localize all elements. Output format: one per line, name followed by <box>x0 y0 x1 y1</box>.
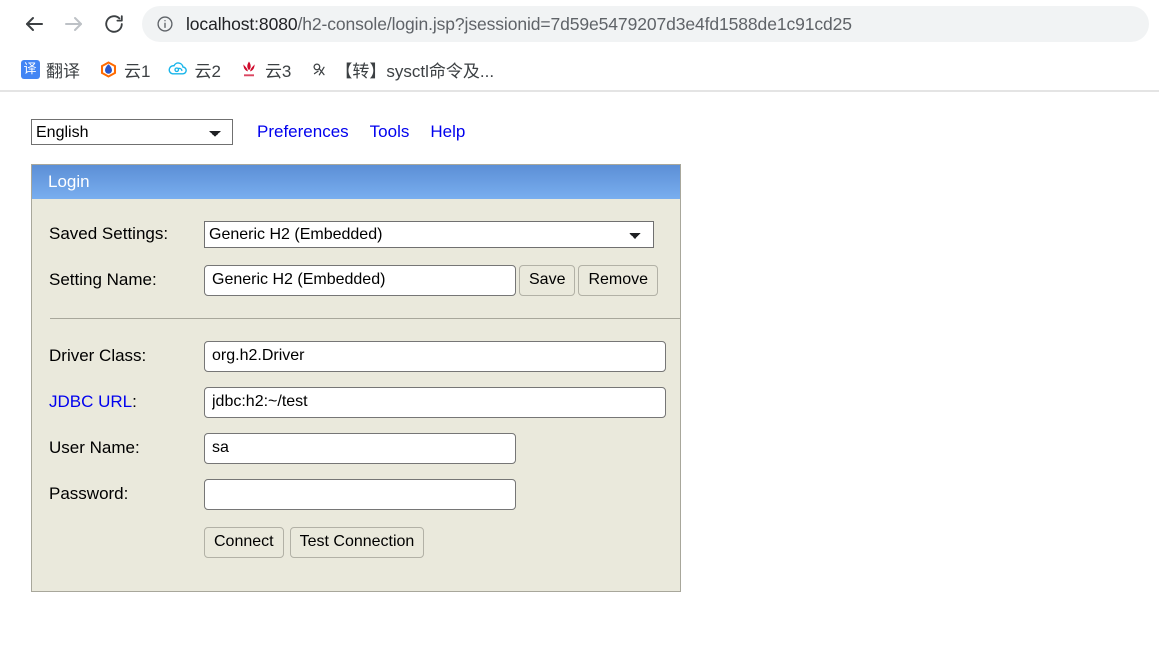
login-actions: Connect Test Connection <box>32 517 680 567</box>
save-button[interactable]: Save <box>519 264 576 296</box>
bookmark-yun3[interactable]: 云3 <box>231 53 299 85</box>
saved-settings-select[interactable]: Generic H2 (Embedded) <box>204 220 654 248</box>
shield-hex-icon <box>98 59 118 79</box>
connect-button[interactable]: Connect <box>204 526 284 558</box>
url-path: /h2-console/login.jsp?jsessionid=7d59e54… <box>297 13 852 34</box>
user-name-label: User Name: <box>49 438 140 457</box>
driver-class-row: Driver Class: <box>32 333 680 379</box>
login-form: Saved Settings: Generic H2 (Embedded) Se… <box>32 199 680 591</box>
help-link[interactable]: Help <box>430 122 465 142</box>
tools-link[interactable]: Tools <box>370 122 410 142</box>
address-bar[interactable]: localhost:8080/h2-console/login.jsp?jses… <box>142 6 1149 42</box>
generic-page-icon <box>309 59 329 79</box>
huawei-flower-icon <box>239 59 259 79</box>
setting-name-row: Setting Name: Save Remove <box>32 257 680 303</box>
jdbc-url-help-link[interactable]: JDBC URL <box>49 392 132 411</box>
driver-class-label: Driver Class: <box>49 346 147 365</box>
driver-class-field <box>204 340 666 372</box>
remove-button[interactable]: Remove <box>578 264 659 296</box>
translate-icon: 译 <box>20 59 40 79</box>
password-input[interactable] <box>204 478 516 510</box>
setting-name-label: Setting Name: <box>49 270 157 289</box>
test-connection-button[interactable]: Test Connection <box>289 526 425 558</box>
password-row: Password: <box>32 471 680 517</box>
language-select[interactable]: English <box>31 119 233 145</box>
bookmark-yun1[interactable]: 云1 <box>90 53 158 85</box>
bookmark-label: 翻译 <box>46 61 80 81</box>
setting-name-field: Save Remove <box>204 264 659 296</box>
info-circle-icon[interactable] <box>154 13 176 35</box>
login-panel: Login Saved Settings: Generic H2 (Embedd… <box>31 164 681 592</box>
setting-name-input[interactable] <box>204 264 516 296</box>
bookmark-label: 云2 <box>194 61 221 81</box>
password-label: Password: <box>49 484 129 503</box>
saved-settings-field: Generic H2 (Embedded) <box>204 220 654 248</box>
login-panel-title: Login <box>48 172 90 191</box>
preferences-link[interactable]: Preferences <box>257 122 349 142</box>
cloud-icon <box>168 59 188 79</box>
saved-settings-label: Saved Settings: <box>49 224 169 243</box>
arrow-left-icon <box>22 12 46 36</box>
forward-button[interactable] <box>54 4 94 44</box>
bookmarks-bar: 译 翻译 云1 云2 云3 【转】sysctl命令及... <box>0 48 1159 92</box>
reload-icon <box>103 13 125 35</box>
bookmark-label: 云1 <box>124 61 151 81</box>
jdbc-url-label-colon: : <box>132 392 137 411</box>
user-name-input[interactable] <box>204 432 516 464</box>
url-host: localhost:8080 <box>186 13 298 34</box>
user-name-field <box>204 432 516 464</box>
bookmark-label: 云3 <box>264 61 292 81</box>
back-button[interactable] <box>14 4 54 44</box>
login-panel-header: Login <box>32 165 680 199</box>
bookmark-sysctl-article[interactable]: 【转】sysctl命令及... <box>301 53 502 85</box>
user-name-row: User Name: <box>32 425 680 471</box>
h2-toolbar: English Preferences Tools Help <box>31 119 465 145</box>
jdbc-url-row: JDBC URL: <box>32 379 680 425</box>
browser-chrome: localhost:8080/h2-console/login.jsp?jses… <box>0 0 1159 92</box>
bookmark-translate[interactable]: 译 翻译 <box>12 53 88 85</box>
jdbc-url-label: JDBC URL: <box>49 392 204 412</box>
arrow-right-icon <box>62 12 86 36</box>
saved-settings-row: Saved Settings: Generic H2 (Embedded) <box>32 211 680 257</box>
driver-class-input[interactable] <box>204 340 666 372</box>
jdbc-url-input[interactable] <box>204 386 666 418</box>
browser-navigation-bar: localhost:8080/h2-console/login.jsp?jses… <box>0 0 1159 48</box>
reload-button[interactable] <box>94 4 134 44</box>
bookmark-label: 【转】sysctl命令及... <box>335 61 495 81</box>
bookmark-yun2[interactable]: 云2 <box>160 53 228 85</box>
form-divider <box>50 317 680 319</box>
page-content: English Preferences Tools Help Login Sav… <box>0 92 1159 593</box>
address-bar-url: localhost:8080/h2-console/login.jsp?jses… <box>186 14 852 35</box>
password-field <box>204 478 516 510</box>
form-divider-row <box>32 303 680 333</box>
jdbc-url-field <box>204 386 666 418</box>
